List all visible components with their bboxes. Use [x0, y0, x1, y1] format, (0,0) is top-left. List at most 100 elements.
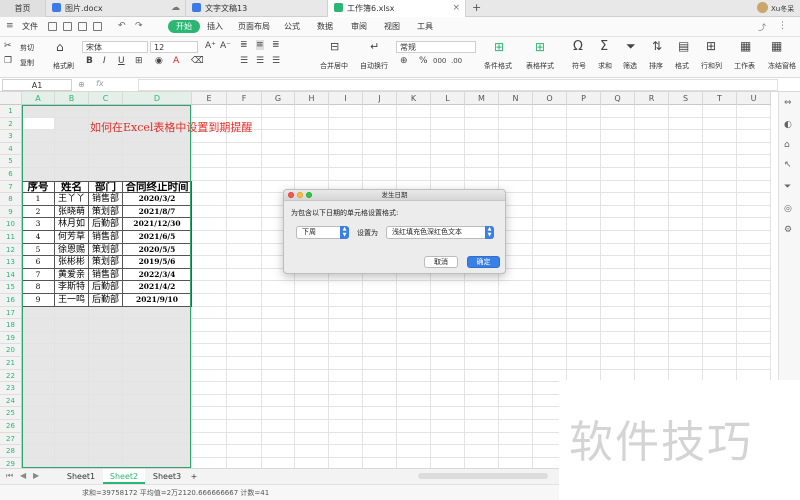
grid-cell[interactable]: [295, 306, 329, 320]
grid-cell[interactable]: [295, 394, 329, 408]
grid-cell[interactable]: [431, 155, 465, 168]
grid-cell[interactable]: [227, 180, 262, 194]
grid-cell[interactable]: [669, 306, 703, 320]
menu-formula[interactable]: 公式: [284, 17, 300, 37]
grid-cell[interactable]: [533, 180, 567, 194]
bold-icon[interactable]: B: [86, 56, 93, 66]
grid-cell[interactable]: [192, 432, 227, 446]
maximize-dot[interactable]: [306, 192, 312, 198]
grid-cell[interactable]: [55, 130, 89, 143]
grid-cell[interactable]: [703, 331, 737, 345]
grid-cell[interactable]: [295, 168, 329, 181]
grid-cell[interactable]: [55, 105, 89, 118]
grid-cell[interactable]: [363, 394, 397, 408]
table-cell[interactable]: 王一鸣: [55, 294, 89, 307]
table-cell[interactable]: 销售部: [89, 193, 123, 206]
grid-cell[interactable]: [363, 432, 397, 446]
column-header[interactable]: C: [89, 92, 123, 105]
grid-cell[interactable]: [669, 344, 703, 357]
zoom-icon[interactable]: ⊕: [78, 80, 85, 89]
grid-cell[interactable]: [669, 243, 703, 257]
column-header[interactable]: M: [465, 92, 499, 105]
grid-cell[interactable]: [737, 155, 771, 168]
grid-cell[interactable]: [737, 180, 771, 194]
grid-cell[interactable]: [55, 369, 89, 383]
grid-cell[interactable]: [533, 218, 567, 231]
thousands-icon[interactable]: 000: [433, 57, 446, 65]
grid-cell[interactable]: [397, 294, 431, 307]
grid-cell[interactable]: [295, 407, 329, 420]
grid-cell[interactable]: [567, 357, 601, 370]
grid-cell[interactable]: [22, 445, 55, 458]
column-header[interactable]: A: [22, 92, 55, 105]
grid-cell[interactable]: [363, 105, 397, 118]
grid-cell[interactable]: [22, 105, 55, 118]
grid-cell[interactable]: [431, 294, 465, 307]
grid-cell[interactable]: [262, 281, 295, 294]
table-cell[interactable]: 策划部: [89, 243, 123, 257]
grid-cell[interactable]: [192, 344, 227, 357]
grid-cell[interactable]: [363, 457, 397, 468]
grid-cell[interactable]: [465, 344, 499, 357]
grid-cell[interactable]: [669, 168, 703, 181]
grid-cell[interactable]: [262, 319, 295, 332]
column-header[interactable]: L: [431, 92, 465, 105]
grid-cell[interactable]: [703, 168, 737, 181]
new-tab-button[interactable]: +: [472, 1, 481, 14]
grid-cell[interactable]: [55, 382, 89, 395]
grid-cell[interactable]: [499, 294, 533, 307]
grid-cell[interactable]: [465, 394, 499, 408]
grid-cell[interactable]: [635, 105, 669, 118]
wrap-button[interactable]: 自动换行: [360, 61, 388, 71]
more-icon[interactable]: ⋮: [778, 21, 787, 31]
grid-cell[interactable]: [567, 117, 601, 131]
grid-cell[interactable]: [431, 168, 465, 181]
grid-cell[interactable]: [499, 130, 533, 143]
table-cell[interactable]: 9: [22, 294, 55, 307]
column-header[interactable]: E: [192, 92, 227, 105]
grid-cell[interactable]: [499, 142, 533, 156]
property-icon[interactable]: ◐: [784, 120, 792, 130]
fill-color-icon[interactable]: ◉: [155, 56, 163, 66]
menu-tools[interactable]: 工具: [417, 17, 433, 37]
grid-cell[interactable]: [295, 319, 329, 332]
grid-cell[interactable]: [533, 168, 567, 181]
grid-cell[interactable]: [635, 155, 669, 168]
grid-cell[interactable]: [123, 306, 192, 320]
table-header-cell[interactable]: 部门: [89, 180, 123, 194]
column-header[interactable]: S: [669, 92, 703, 105]
table-cell[interactable]: 2: [22, 205, 55, 219]
row-header[interactable]: 1: [0, 105, 22, 118]
grid-cell[interactable]: [192, 331, 227, 345]
sidebar-toggle-icon[interactable]: ⇔: [784, 98, 792, 108]
grid-cell[interactable]: [329, 306, 363, 320]
grid-cell[interactable]: [123, 457, 192, 468]
grid-cell[interactable]: [329, 130, 363, 143]
grid-cell[interactable]: [262, 130, 295, 143]
grid-cell[interactable]: [635, 281, 669, 294]
menu-page-layout[interactable]: 页面布局: [238, 17, 270, 37]
grid-cell[interactable]: [89, 319, 123, 332]
grid-cell[interactable]: [499, 155, 533, 168]
grid-cell[interactable]: [55, 142, 89, 156]
grid-cell[interactable]: [397, 319, 431, 332]
grid-cell[interactable]: [89, 407, 123, 420]
table-header-cell[interactable]: 姓名: [55, 180, 89, 194]
grid-cell[interactable]: [363, 281, 397, 294]
grid-cell[interactable]: [55, 407, 89, 420]
grid-cell[interactable]: [601, 331, 635, 345]
minimize-dot[interactable]: [297, 192, 303, 198]
grid-cell[interactable]: [601, 319, 635, 332]
table-header-cell[interactable]: 合同终止时间: [123, 180, 192, 194]
column-header[interactable]: O: [533, 92, 567, 105]
grid-cell[interactable]: [262, 369, 295, 383]
grid-cell[interactable]: [192, 105, 227, 118]
grid-cell[interactable]: [635, 168, 669, 181]
grid-cell[interactable]: [192, 168, 227, 181]
grid-cell[interactable]: [192, 294, 227, 307]
grid-cell[interactable]: [397, 306, 431, 320]
grid-cell[interactable]: [703, 256, 737, 269]
grid-cell[interactable]: [192, 268, 227, 282]
grid-cell[interactable]: [295, 281, 329, 294]
grid-cell[interactable]: [567, 281, 601, 294]
